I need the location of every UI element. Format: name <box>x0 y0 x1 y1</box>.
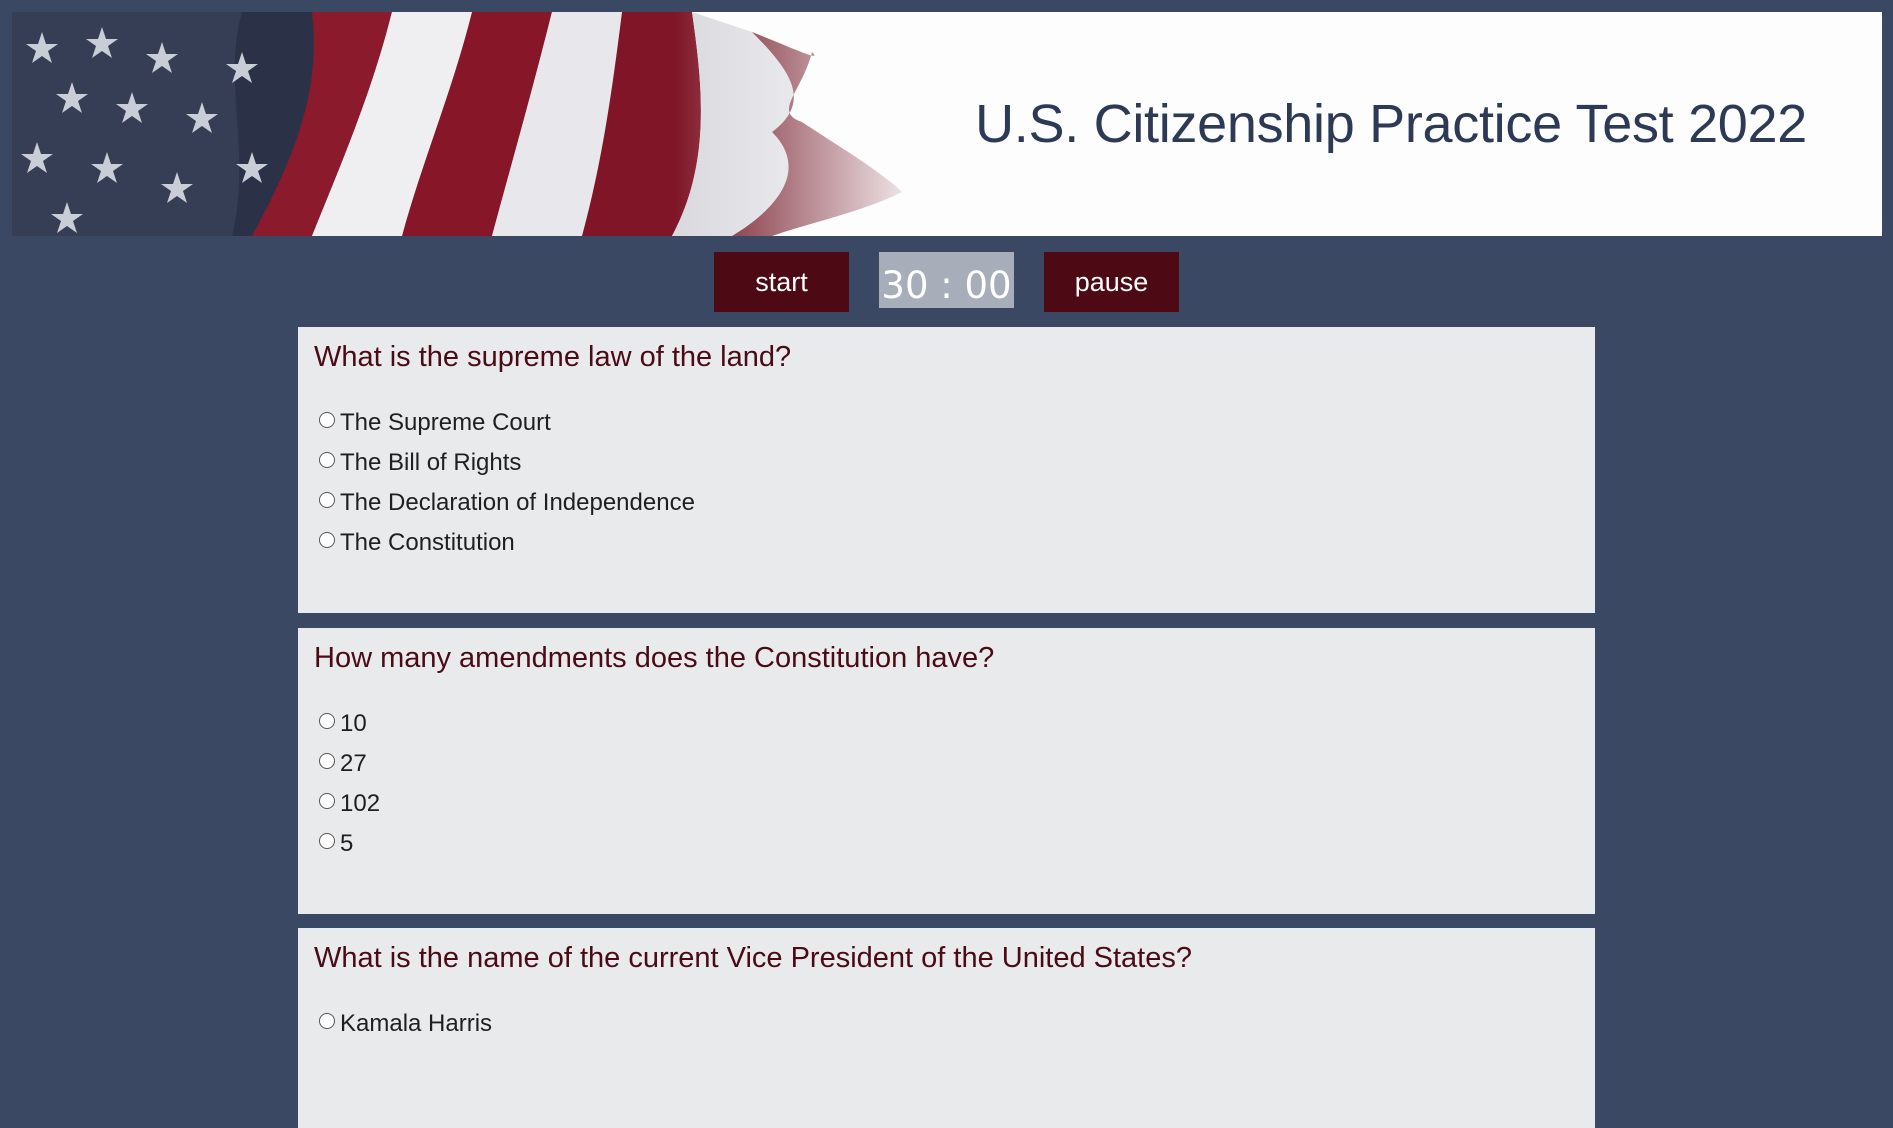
radio-button[interactable] <box>319 713 335 729</box>
answer-label[interactable]: The Supreme Court <box>340 409 551 437</box>
page-title: U.S. Citizenship Practice Test 2022 <box>975 94 1807 154</box>
question-card: What is the supreme law of the land? The… <box>298 327 1595 613</box>
question-text: What is the name of the current Vice Pre… <box>314 942 1193 974</box>
question-text: How many amendments does the Constitutio… <box>314 642 995 674</box>
timer-controls: start 30 : 00 pause <box>0 252 1893 312</box>
question-text: What is the supreme law of the land? <box>314 341 792 373</box>
answer-label[interactable]: 5 <box>340 830 353 858</box>
radio-button[interactable] <box>319 492 335 508</box>
answer-label[interactable]: The Bill of Rights <box>340 449 521 477</box>
radio-button[interactable] <box>319 793 335 809</box>
radio-button[interactable] <box>319 833 335 849</box>
answer-label[interactable]: Kamala Harris <box>340 1010 492 1038</box>
answer-label[interactable]: The Constitution <box>340 529 515 557</box>
answer-label[interactable]: 102 <box>340 790 380 818</box>
answer-options: The Supreme Court The Bill of Rights The… <box>319 403 695 563</box>
timer-text: 30 : 00 <box>881 264 1012 307</box>
answer-label[interactable]: 27 <box>340 750 367 778</box>
answer-option[interactable]: 5 <box>319 824 380 864</box>
answer-option[interactable]: Kamala Harris <box>319 1004 492 1044</box>
radio-button[interactable] <box>319 452 335 468</box>
answer-label[interactable]: 10 <box>340 710 367 738</box>
answer-option[interactable]: The Constitution <box>319 523 695 563</box>
pause-button[interactable]: pause <box>1044 252 1179 312</box>
answer-option[interactable]: 27 <box>319 744 380 784</box>
answer-option[interactable]: The Supreme Court <box>319 403 695 443</box>
answer-option[interactable]: The Bill of Rights <box>319 443 695 483</box>
answer-option[interactable]: The Declaration of Independence <box>319 483 695 523</box>
radio-button[interactable] <box>319 532 335 548</box>
question-card: What is the name of the current Vice Pre… <box>298 928 1595 1128</box>
answer-options: 10 27 102 5 <box>319 704 380 864</box>
radio-button[interactable] <box>319 1013 335 1029</box>
answer-label[interactable]: The Declaration of Independence <box>340 489 695 517</box>
question-card: How many amendments does the Constitutio… <box>298 628 1595 914</box>
countdown-timer: 30 : 00 <box>879 252 1014 308</box>
start-button[interactable]: start <box>714 252 849 312</box>
answer-option[interactable]: 10 <box>319 704 380 744</box>
answer-option[interactable]: 102 <box>319 784 380 824</box>
answer-options: Kamala Harris <box>319 1004 492 1044</box>
header-banner: U.S. Citizenship Practice Test 2022 <box>12 12 1882 236</box>
radio-button[interactable] <box>319 412 335 428</box>
american-flag-image <box>12 12 932 236</box>
radio-button[interactable] <box>319 753 335 769</box>
